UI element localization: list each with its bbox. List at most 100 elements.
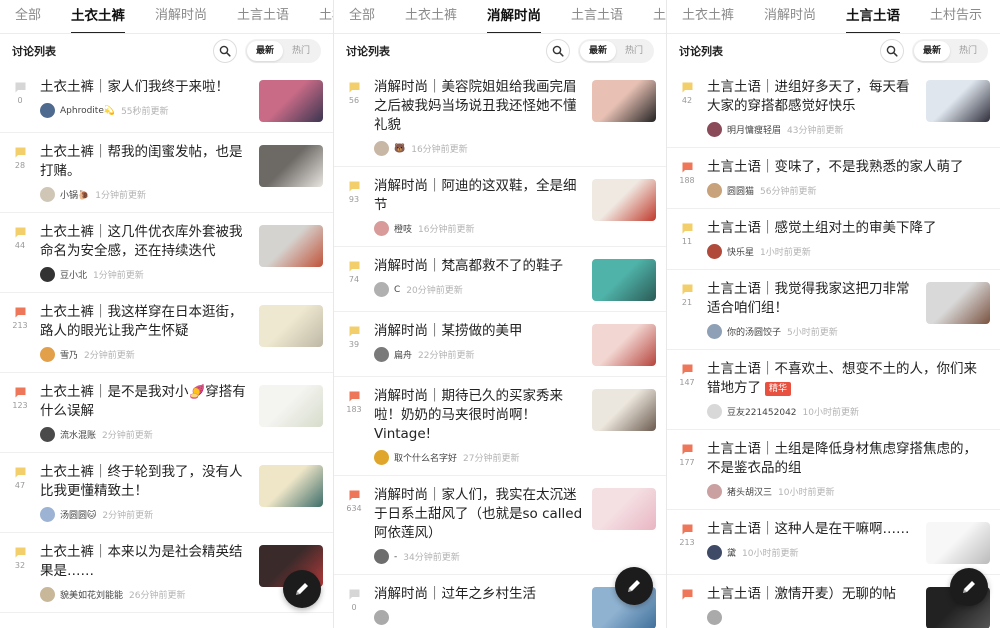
avatar[interactable]: [374, 141, 389, 156]
post-thumbnail[interactable]: [592, 259, 656, 301]
post-title[interactable]: 土言土语｜土组是降低身材焦虑穿搭焦虑的，不是鉴衣品的组: [707, 440, 982, 478]
post-item[interactable]: 0 土衣土裤｜家人们我终于来啦！ Aphrodite💫 55秒前更新: [0, 68, 333, 133]
author-name[interactable]: 明月慵瘦轻眉: [727, 123, 781, 136]
post-item[interactable]: 39 消解时尚｜某捞做的美甲 扁舟 22分钟前更新: [334, 312, 666, 377]
search-button[interactable]: [212, 39, 237, 63]
post-item[interactable]: 177 土言土语｜土组是降低身材焦虑穿搭焦虑的，不是鉴衣品的组 猪头胡汉三 10小时前…: [667, 430, 1000, 510]
post-item[interactable]: 74 消解时尚｜梵高都救不了的鞋子 C 20分钟前更新: [334, 247, 666, 312]
author-name[interactable]: 猪头胡汉三: [727, 485, 772, 498]
post-item[interactable]: 47 土衣土裤｜终于轮到我了，没有人比我更懂精致土！ 汤圆圆🐱 2分钟前更新: [0, 453, 333, 533]
post-title[interactable]: 土言土语｜这种人是在干嘛啊……: [707, 520, 918, 539]
post-item[interactable]: 56 消解时尚｜美容院姐姐给我画完眉之后被我妈当场说丑我还怪她不懂礼貌 🐻 16分钟前…: [334, 68, 666, 167]
sort-hot-button[interactable]: 热门: [283, 41, 319, 61]
post-item[interactable]: 634 消解时尚｜家人们，我实在太沉迷于日系土甜风了（也就是so called阿依…: [334, 476, 666, 575]
avatar[interactable]: [40, 103, 55, 118]
post-thumbnail[interactable]: [592, 324, 656, 366]
tab-3[interactable]: 土言土语: [222, 0, 304, 33]
author-name[interactable]: 橙吱: [394, 222, 412, 235]
author-name[interactable]: 圆圆猫: [727, 184, 754, 197]
post-title[interactable]: 土言土语｜我觉得我家这把刀非常适合咱们组！: [707, 280, 918, 318]
tab-0[interactable]: 全部: [0, 0, 56, 33]
avatar[interactable]: [374, 610, 389, 625]
sort-hot-button[interactable]: 热门: [616, 41, 652, 61]
author-name[interactable]: 你的汤圆饺子: [727, 325, 781, 338]
sort-latest-button[interactable]: 最新: [246, 41, 283, 61]
post-title[interactable]: 消解时尚｜家人们，我实在太沉迷于日系土甜风了（也就是so called阿依莲风）: [374, 486, 584, 543]
compose-button[interactable]: [615, 567, 653, 605]
post-thumbnail[interactable]: [259, 80, 323, 122]
post-title[interactable]: 土衣土裤｜本来以为是社会精英结果是……: [40, 543, 251, 581]
tab-0[interactable]: 全部: [334, 0, 390, 33]
avatar[interactable]: [707, 244, 722, 259]
tab-2[interactable]: 土言土语: [831, 0, 915, 33]
tab-4[interactable]: 土村: [304, 0, 333, 33]
post-title[interactable]: 土衣土裤｜是不是我对小🍠穿搭有什么误解: [40, 383, 251, 421]
post-thumbnail[interactable]: [259, 225, 323, 267]
post-title[interactable]: 土衣土裤｜我这样穿在日本逛街，路人的眼光让我产生怀疑: [40, 303, 251, 341]
tab-2[interactable]: 消解时尚: [472, 0, 556, 33]
post-title[interactable]: 土衣土裤｜终于轮到我了，没有人比我更懂精致土！: [40, 463, 251, 501]
compose-button[interactable]: [283, 570, 321, 608]
post-title[interactable]: 土衣土裤｜这几件优衣库外套被我命名为安全感，还在持续迭代: [40, 223, 251, 261]
tab-4[interactable]: 土村: [638, 0, 666, 33]
post-title[interactable]: 土言土语｜激情开麦）无聊的帖: [707, 585, 918, 604]
post-item[interactable]: 44 土衣土裤｜这几件优衣库外套被我命名为安全感，还在持续迭代 豆小北 1分钟前更新: [0, 213, 333, 293]
avatar[interactable]: [374, 347, 389, 362]
post-title[interactable]: 土言土语｜感觉土组对土的审美下降了: [707, 219, 982, 238]
post-title[interactable]: 消解时尚｜过年之乡村生活: [374, 585, 584, 604]
post-thumbnail[interactable]: [592, 179, 656, 221]
post-title[interactable]: 土言土语｜变味了，不是我熟悉的家人萌了: [707, 158, 982, 177]
post-item[interactable]: 28 土衣土裤｜帮我的闺蜜发帖，也是打赌。 小锅🐌 1分钟前更新: [0, 133, 333, 213]
author-name[interactable]: 🐻: [394, 144, 405, 154]
avatar[interactable]: [374, 282, 389, 297]
avatar[interactable]: [707, 324, 722, 339]
post-item[interactable]: 123 土衣土裤｜是不是我对小🍠穿搭有什么误解 流水混账 2分钟前更新: [0, 373, 333, 453]
search-button[interactable]: [879, 39, 904, 63]
avatar[interactable]: [707, 484, 722, 499]
post-thumbnail[interactable]: [592, 488, 656, 530]
post-item[interactable]: 93 消解时尚｜阿迪的这双鞋，全是细节 橙吱 16分钟前更新: [334, 167, 666, 247]
author-name[interactable]: 扁舟: [394, 348, 412, 361]
avatar[interactable]: [374, 549, 389, 564]
tab-1[interactable]: 土衣土裤: [390, 0, 472, 33]
post-item[interactable]: 183 消解时尚｜期待已久的买家秀来啦！奶奶的马夹很时尚啊！Vintage! 取个什…: [334, 377, 666, 476]
compose-button[interactable]: [950, 568, 988, 606]
author-name[interactable]: 流水混账: [60, 428, 96, 441]
post-item[interactable]: 42 土言土语｜进组好多天了，每天看大家的穿搭都感觉好快乐 明月慵瘦轻眉 43分钟前更…: [667, 68, 1000, 148]
author-name[interactable]: 黛: [727, 546, 736, 559]
author-name[interactable]: 小锅🐌: [60, 188, 89, 201]
post-title[interactable]: 土衣土裤｜家人们我终于来啦！: [40, 78, 251, 97]
author-name[interactable]: -: [394, 552, 397, 562]
post-title[interactable]: 土言土语｜进组好多天了，每天看大家的穿搭都感觉好快乐: [707, 78, 918, 116]
post-item[interactable]: 21 土言土语｜我觉得我家这把刀非常适合咱们组！ 你的汤圆饺子 5小时前更新: [667, 270, 1000, 350]
post-thumbnail[interactable]: [259, 385, 323, 427]
post-thumbnail[interactable]: [259, 305, 323, 347]
tab-3[interactable]: 土言土语: [556, 0, 638, 33]
post-title[interactable]: 土衣土裤｜帮我的闺蜜发帖，也是打赌。: [40, 143, 251, 181]
post-thumbnail[interactable]: [926, 522, 990, 564]
avatar[interactable]: [707, 404, 722, 419]
avatar[interactable]: [707, 610, 722, 625]
tab-1[interactable]: 土衣土裤: [56, 0, 140, 33]
post-title[interactable]: 消解时尚｜梵高都救不了的鞋子: [374, 257, 584, 276]
post-title[interactable]: 土言土语｜不喜欢土、想变不土的人，你们来错地方了 精华: [707, 360, 982, 398]
post-item[interactable]: 213 土衣土裤｜我这样穿在日本逛街，路人的眼光让我产生怀疑 雪乃 2分钟前更新: [0, 293, 333, 373]
post-title[interactable]: 消解时尚｜阿迪的这双鞋，全是细节: [374, 177, 584, 215]
tab-2[interactable]: 消解时尚: [140, 0, 222, 33]
author-name[interactable]: 豆友221452042: [727, 405, 797, 418]
post-item[interactable]: 32 土衣土裤｜本来以为是社会精英结果是…… 貌美如花刘能能 26分钟前更新: [0, 533, 333, 613]
avatar[interactable]: [374, 221, 389, 236]
post-title[interactable]: 消解时尚｜美容院姐姐给我画完眉之后被我妈当场说丑我还怪她不懂礼貌: [374, 78, 584, 135]
avatar[interactable]: [40, 427, 55, 442]
post-thumbnail[interactable]: [592, 80, 656, 122]
author-name[interactable]: 快乐星: [727, 245, 754, 258]
author-name[interactable]: Aphrodite💫: [60, 106, 115, 116]
post-thumbnail[interactable]: [259, 465, 323, 507]
post-item[interactable]: 213 土言土语｜这种人是在干嘛啊…… 黛 10小时前更新: [667, 510, 1000, 575]
author-name[interactable]: 汤圆圆🐱: [60, 508, 96, 521]
avatar[interactable]: [40, 507, 55, 522]
post-item[interactable]: 188 土言土语｜变味了，不是我熟悉的家人萌了 圆圆猫 56分钟前更新: [667, 148, 1000, 209]
tab-3[interactable]: 土村告示: [915, 0, 997, 33]
author-name[interactable]: 雪乃: [60, 348, 78, 361]
post-thumbnail[interactable]: [592, 389, 656, 431]
